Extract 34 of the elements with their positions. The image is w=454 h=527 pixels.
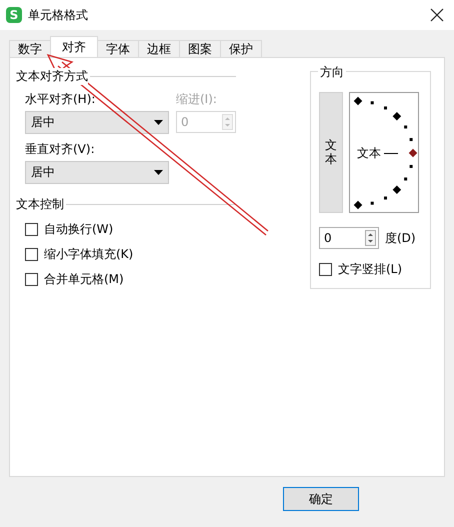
checkbox-label[interactable]: 合并单元格(M) [44,271,124,288]
checkbox-label[interactable]: 自动换行(W) [44,221,114,238]
ok-button[interactable]: 确定 [283,487,359,511]
app-logo-icon: S [6,7,22,23]
tab[interactable]: 保护 [220,40,262,57]
horizontal-align-dropdown[interactable]: 居中 [25,111,169,134]
tab[interactable]: 边框 [138,40,180,57]
vertical-align-dropdown[interactable]: 居中 [25,161,169,184]
caret-icon [154,120,163,125]
window-title: 单元格格式 [28,6,89,24]
tab[interactable]: 图案 [179,40,221,57]
group-title: 文本对齐方式 [16,68,88,84]
checkbox-label[interactable]: 文字竖排(L) [338,261,402,278]
field-label: 度(D) [385,230,416,246]
checkbox[interactable] [25,273,38,286]
close-icon[interactable] [430,8,444,22]
checkbox[interactable] [25,223,38,236]
caret-icon [154,170,163,175]
angle-handle-icon[interactable] [408,148,418,158]
vertical-text-button[interactable]: 文本 [319,92,343,213]
degrees-spinner[interactable]: 0 [319,227,379,249]
spinner-arrows-icon[interactable] [365,230,376,246]
tab[interactable]: 数字 [9,40,51,57]
checkbox[interactable] [25,248,38,261]
orientation-dial[interactable]: 文本 [349,92,419,213]
group-title: 文本控制 [16,196,64,212]
field-label: 水平对齐(H): [25,91,96,108]
dial-text: 文本 [357,145,381,162]
checkbox[interactable] [319,263,332,276]
checkbox-label[interactable]: 缩小字体填充(K) [44,246,134,263]
tab[interactable]: 对齐 [50,36,98,57]
field-label: 垂直对齐(V): [25,141,96,158]
field-label: 缩进(I): [176,91,218,108]
tab[interactable]: 字体 [97,40,139,57]
